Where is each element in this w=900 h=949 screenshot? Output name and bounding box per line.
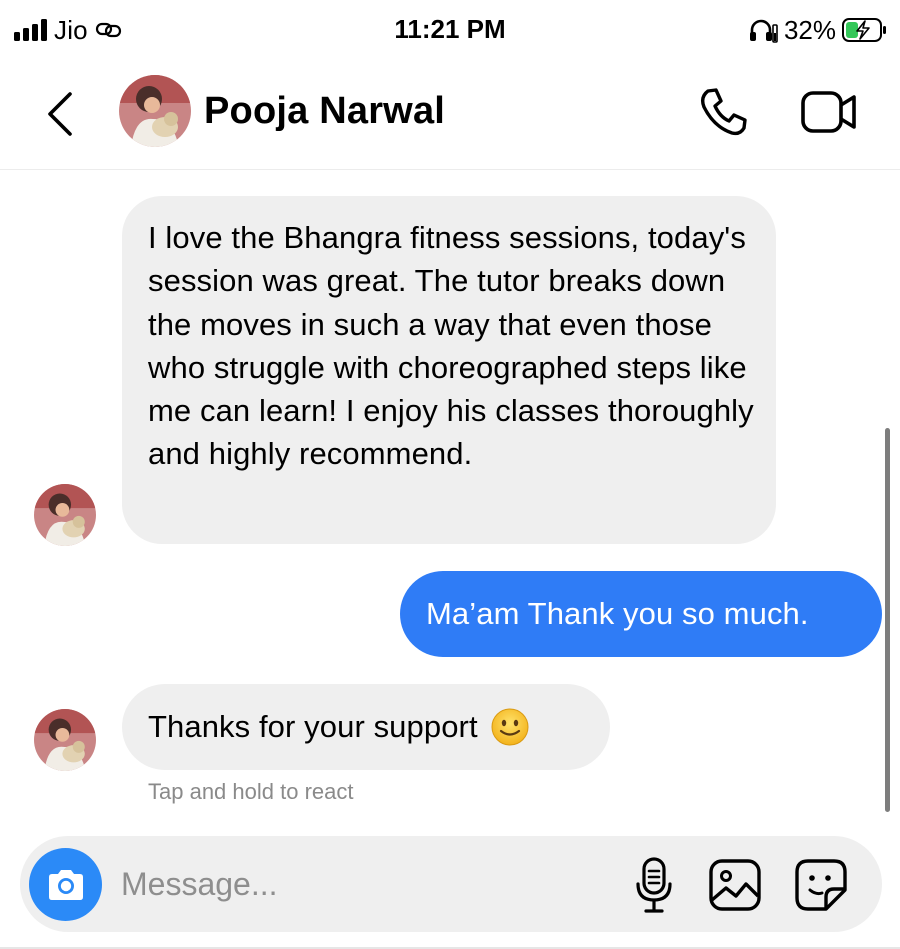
contact-name[interactable]: Pooja Narwal [204, 90, 445, 133]
status-bar: Jio 11:21 PM 32% [0, 0, 900, 60]
battery-charging-icon [842, 18, 886, 42]
back-arrow-icon[interactable] [40, 88, 80, 140]
avatar-image [34, 709, 96, 771]
message-composer [20, 836, 882, 932]
message-text: I love the Bhangra fitness sessions, tod… [148, 220, 754, 472]
reaction-hint: Tap and hold to react [148, 779, 354, 804]
video-camera-icon[interactable] [800, 88, 858, 136]
message-bubble-incoming[interactable]: Thanks for your support [122, 684, 610, 770]
battery-percent: 32% [783, 14, 836, 45]
headphones-icon [749, 19, 778, 43]
microphone-icon[interactable] [634, 856, 674, 914]
sticker-icon[interactable] [794, 858, 848, 912]
chat-header: Pooja Narwal [0, 60, 900, 170]
camera-button[interactable] [29, 848, 102, 921]
message-bubble-incoming[interactable]: I love the Bhangra fitness sessions, tod… [122, 196, 776, 544]
phone-icon[interactable] [696, 85, 750, 139]
message-bubble-outgoing[interactable]: Ma’am Thank you so much. [400, 571, 882, 657]
status-right: 32% [748, 14, 888, 46]
camera-icon [48, 869, 83, 900]
smiley-emoji-icon [491, 708, 529, 746]
scrollbar[interactable] [885, 428, 890, 812]
message-input[interactable] [121, 860, 601, 908]
chat-screen: Jio 11:21 PM 32% Pooja Narwal I love the… [0, 0, 900, 949]
avatar-image [34, 484, 96, 546]
sender-avatar[interactable] [34, 709, 96, 771]
message-text: Ma’am Thank you so much. [426, 596, 809, 631]
gallery-icon[interactable] [708, 858, 762, 912]
contact-avatar[interactable] [119, 75, 191, 147]
message-text: Thanks for your support [148, 709, 478, 745]
avatar-image [119, 75, 191, 147]
sender-avatar[interactable] [34, 484, 96, 546]
